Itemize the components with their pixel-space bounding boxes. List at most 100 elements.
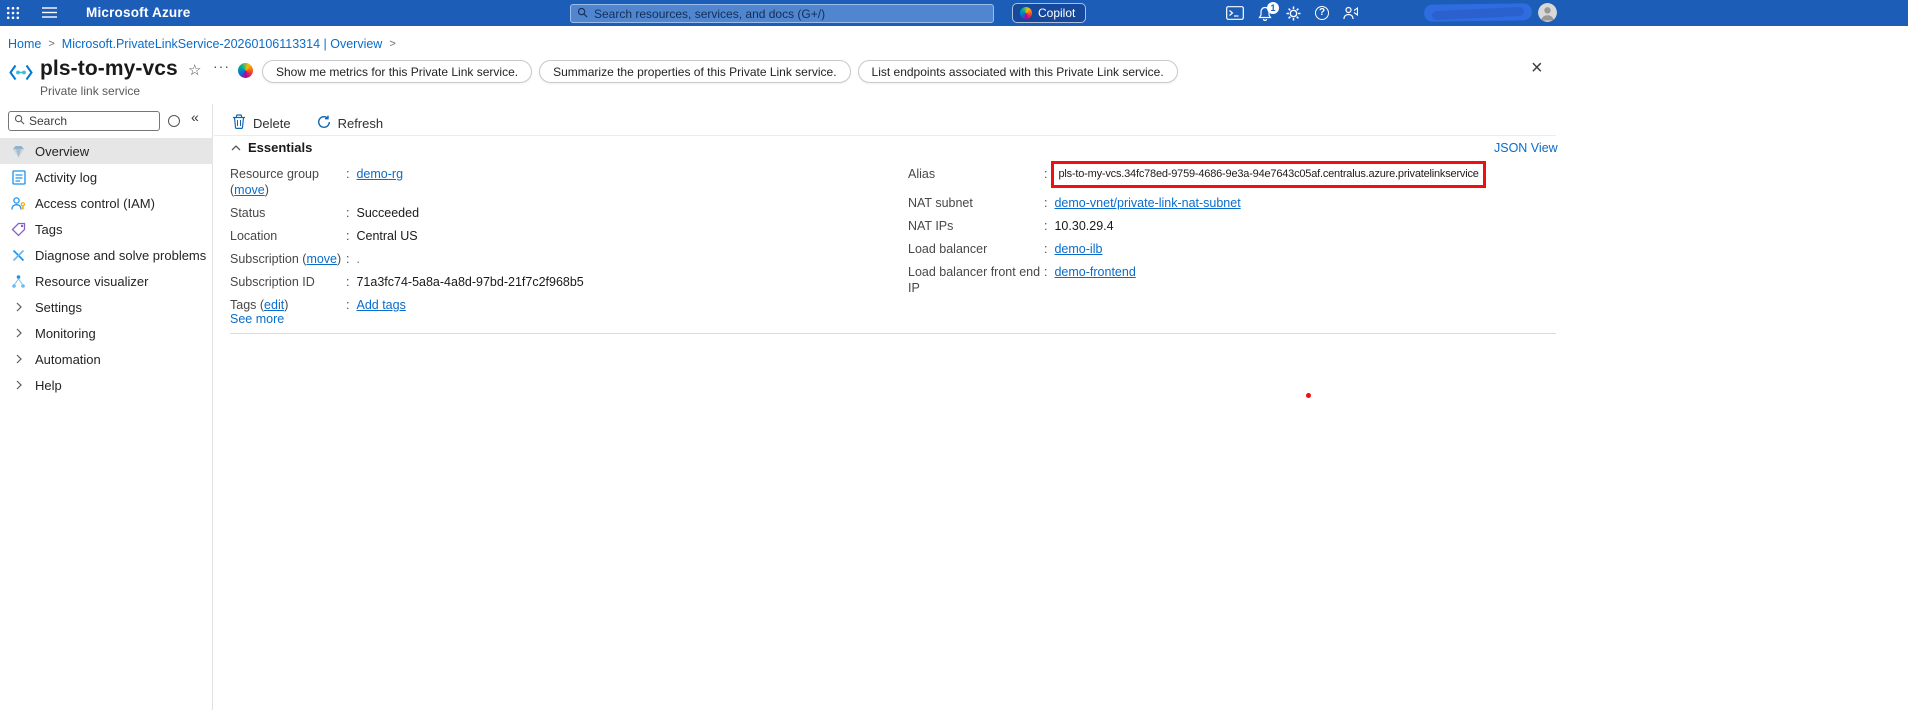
trash-icon xyxy=(232,114,246,132)
chevron-right-icon xyxy=(11,302,26,312)
waffle-icon[interactable] xyxy=(4,5,22,21)
chevron-right-icon xyxy=(11,328,26,338)
copilot-chip-summarize[interactable]: Summarize the properties of this Private… xyxy=(539,60,851,83)
sidebar-item-label: Monitoring xyxy=(35,325,96,341)
subscription-id-value: 71a3fc74-5a8a-4a8d-97bd-21f7c2f968b5 xyxy=(356,275,584,289)
red-dot-marker xyxy=(1306,393,1311,398)
resource-menu: « Overview Activity log Access control (… xyxy=(0,104,213,710)
nat-ips-value: 10.30.29.4 xyxy=(1054,219,1114,233)
feedback-icon[interactable] xyxy=(1343,6,1358,20)
topbar-actions: 1 ? xyxy=(1226,0,1358,26)
search-icon xyxy=(577,5,588,23)
field-alias: Alias : pls-to-my-vcs.34fc78ed-9759-4686… xyxy=(908,161,1560,188)
copilot-icon xyxy=(238,63,253,78)
sidebar-group-help[interactable]: Help xyxy=(0,372,213,398)
copilot-chip-endpoints[interactable]: List endpoints associated with this Priv… xyxy=(857,60,1178,83)
favorite-star-icon[interactable]: ☆ xyxy=(188,61,201,79)
chevron-right-icon xyxy=(11,380,26,390)
sidebar-item-label: Diagnose and solve problems xyxy=(35,247,207,263)
global-search-box[interactable] xyxy=(570,4,994,23)
divider xyxy=(230,333,1556,334)
top-bar: Microsoft Azure Copilot 1 ? xyxy=(0,0,1908,26)
copilot-label: Copilot xyxy=(1038,6,1076,20)
location-value: Central US xyxy=(356,229,418,243)
essentials-left-column: Resource group (move) : demo-rg Status :… xyxy=(230,166,902,320)
field-nat-ips: NAT IPs : 10.30.29.4 xyxy=(908,219,1114,233)
copilot-suggestions: Show me metrics for this Private Link se… xyxy=(262,60,1178,83)
sidebar-item-label: Tags xyxy=(35,221,63,237)
sidebar-item-label: Automation xyxy=(35,351,101,367)
activity-log-icon xyxy=(11,169,26,185)
sidebar-group-automation[interactable]: Automation xyxy=(0,346,213,372)
sidebar-item-label: Resource visualizer xyxy=(35,273,149,289)
brand-title[interactable]: Microsoft Azure xyxy=(86,0,191,26)
avatar[interactable] xyxy=(1538,3,1557,22)
private-link-service-icon xyxy=(8,62,34,88)
sidebar-item-label: Help xyxy=(35,377,62,393)
overview-icon xyxy=(11,144,26,159)
refresh-label: Refresh xyxy=(337,115,384,131)
tags-icon xyxy=(11,222,26,237)
add-tags-link[interactable]: Add tags xyxy=(356,297,405,313)
field-load-balancer: Load balancer : demo-ilb xyxy=(908,241,1103,257)
refresh-icon xyxy=(317,115,331,132)
breadcrumb-home[interactable]: Home xyxy=(8,37,41,51)
resource-visualizer-icon xyxy=(11,274,26,289)
hamburger-menu-icon[interactable] xyxy=(42,7,57,18)
see-more-link[interactable]: See more xyxy=(230,312,284,326)
collapse-essentials-icon[interactable] xyxy=(231,144,241,151)
divider xyxy=(214,135,1556,136)
sidebar-item-resource-visualizer[interactable]: Resource visualizer xyxy=(0,268,213,294)
sidebar-item-access-control[interactable]: Access control (IAM) xyxy=(0,190,213,216)
lb-frontend-link[interactable]: demo-frontend xyxy=(1054,264,1135,280)
menu-search-box[interactable] xyxy=(8,111,160,131)
edit-tags-link[interactable]: edit xyxy=(264,298,284,312)
global-search-input[interactable] xyxy=(594,6,987,21)
diagnose-tools-icon xyxy=(11,248,26,263)
json-view-link[interactable]: JSON View xyxy=(1494,141,1558,155)
more-options-icon[interactable]: ··· xyxy=(213,58,230,74)
field-nat-subnet: NAT subnet : demo-vnet/private-link-nat-… xyxy=(908,195,1241,211)
essentials-right-column: Alias : pls-to-my-vcs.34fc78ed-9759-4686… xyxy=(908,161,1560,303)
subscription-value: . xyxy=(356,252,360,266)
sidebar-item-overview[interactable]: Overview xyxy=(0,138,213,164)
copilot-button[interactable]: Copilot xyxy=(1012,3,1087,23)
essentials-header: Essentials xyxy=(231,140,312,155)
field-location: Location : Central US xyxy=(230,229,418,243)
field-tags: Tags (edit) : Add tags xyxy=(230,297,406,313)
sidebar-item-diagnose[interactable]: Diagnose and solve problems xyxy=(0,242,213,268)
refresh-button[interactable]: Refresh xyxy=(317,115,384,132)
copilot-chip-metrics[interactable]: Show me metrics for this Private Link se… xyxy=(262,60,533,83)
field-subscription-id: Subscription ID : 71a3fc74-5a8a-4a8d-97b… xyxy=(230,275,584,289)
sidebar-item-label: Overview xyxy=(35,143,90,159)
menu-search-input[interactable] xyxy=(29,114,154,128)
sidebar-refresh-icon[interactable] xyxy=(168,115,180,127)
load-balancer-link[interactable]: demo-ilb xyxy=(1054,241,1102,257)
notifications-bell-icon[interactable]: 1 xyxy=(1258,1,1279,21)
field-lb-frontend: Load balancer front end IP : demo-fronte… xyxy=(908,264,1136,295)
resource-group-link[interactable]: demo-rg xyxy=(356,166,403,182)
settings-gear-icon[interactable] xyxy=(1286,6,1301,21)
essentials-title: Essentials xyxy=(248,140,313,155)
help-icon[interactable]: ? xyxy=(1315,6,1329,20)
page-title: pls-to-my-vcs xyxy=(40,57,178,80)
sidebar-group-settings[interactable]: Settings xyxy=(0,294,213,320)
move-subscription-link[interactable]: move xyxy=(306,252,337,266)
cloud-shell-icon[interactable] xyxy=(1226,6,1244,20)
sidebar-item-activity-log[interactable]: Activity log xyxy=(0,164,213,190)
field-resource-group: Resource group (move) : demo-rg xyxy=(230,166,404,197)
move-resource-group-link[interactable]: move xyxy=(234,183,265,197)
delete-button[interactable]: Delete xyxy=(232,114,291,132)
command-bar: Delete Refresh xyxy=(232,110,383,136)
status-value: Succeeded xyxy=(356,206,420,220)
sidebar-item-tags[interactable]: Tags xyxy=(0,216,213,242)
alias-value-highlighted: pls-to-my-vcs.34fc78ed-9759-4686-9e3a-94… xyxy=(1051,161,1486,188)
nat-subnet-link[interactable]: demo-vnet/private-link-nat-subnet xyxy=(1054,195,1240,211)
collapse-menu-icon[interactable]: « xyxy=(191,109,199,125)
field-status: Status : Succeeded xyxy=(230,206,420,220)
close-icon[interactable]: × xyxy=(1531,58,1543,78)
sidebar-group-monitoring[interactable]: Monitoring xyxy=(0,320,213,346)
breadcrumb-current[interactable]: Microsoft.PrivateLinkService-20260106113… xyxy=(62,37,383,51)
search-icon xyxy=(14,112,25,130)
redacted-account-text xyxy=(1423,3,1533,22)
